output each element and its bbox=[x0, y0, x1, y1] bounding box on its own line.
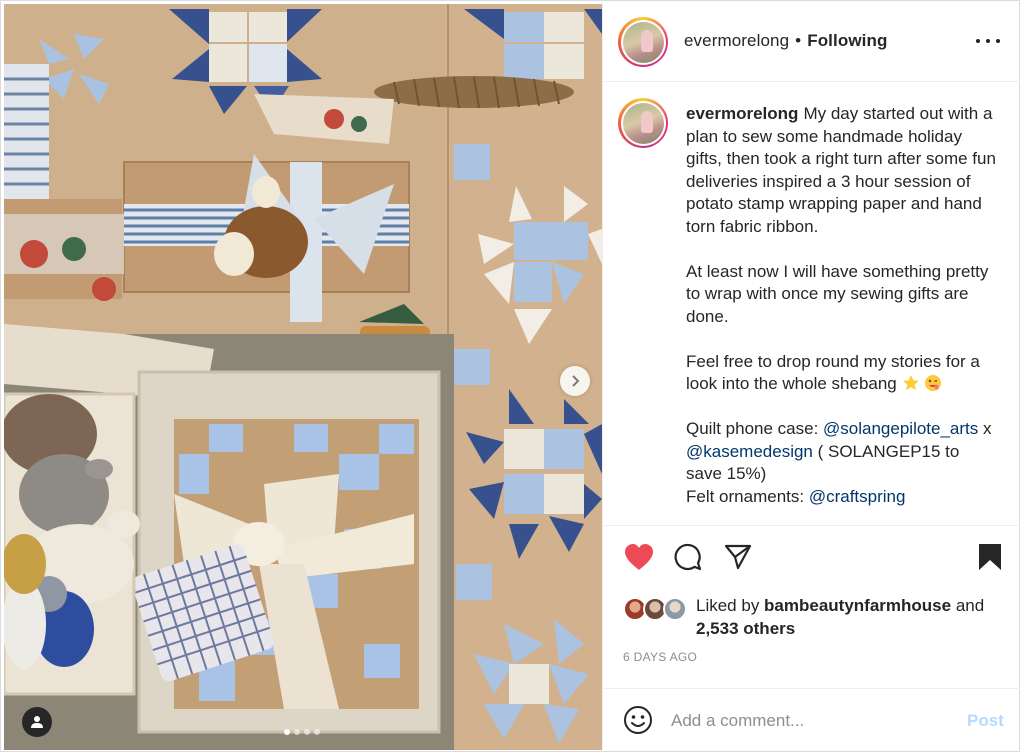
carousel-dot bbox=[304, 729, 310, 735]
profile-photo bbox=[622, 21, 664, 63]
avatar bbox=[663, 597, 687, 621]
post-photo[interactable] bbox=[4, 4, 602, 750]
smile-icon[interactable] bbox=[623, 705, 653, 735]
post-header: evermorelong • Following bbox=[603, 2, 1020, 82]
more-icon[interactable] bbox=[976, 31, 1000, 51]
caption-username[interactable]: evermorelong bbox=[686, 104, 798, 123]
liked-by-avatars bbox=[623, 597, 687, 623]
action-bar bbox=[603, 540, 1020, 580]
share-icon bbox=[724, 544, 752, 570]
chevron-right-icon bbox=[572, 375, 580, 387]
star-emoji-icon bbox=[902, 375, 919, 391]
winking-face-emoji-icon bbox=[925, 375, 942, 391]
credit-label: Felt ornaments: bbox=[686, 486, 809, 506]
avatar[interactable] bbox=[618, 98, 668, 148]
wrapping-paper-photo bbox=[4, 4, 602, 750]
caption-paragraph: At least now I will have something prett… bbox=[686, 261, 989, 326]
post-sidebar: evermorelong • Following evermorelong My da… bbox=[602, 2, 1020, 752]
carousel-next-button[interactable] bbox=[560, 366, 590, 396]
likes-count-link[interactable]: 2,533 others bbox=[696, 619, 795, 638]
username-link[interactable]: evermorelong bbox=[684, 31, 789, 50]
caption-text: evermorelong My day started out with a pl… bbox=[686, 103, 996, 508]
like-button[interactable] bbox=[622, 540, 656, 574]
liked-by-user-link[interactable]: bambeautynfarmhouse bbox=[764, 596, 951, 615]
likes-summary: Liked by bambeautynfarmhouse and 2,533 ot… bbox=[623, 594, 1013, 642]
post-comment-button[interactable]: Post bbox=[967, 711, 1004, 731]
post-dialog: evermorelong • Following evermorelong My da… bbox=[0, 0, 1020, 752]
separator-dot: • bbox=[795, 31, 802, 50]
carousel-dot bbox=[294, 729, 300, 735]
carousel-dot bbox=[314, 729, 320, 735]
heart-icon bbox=[625, 544, 653, 570]
liked-by-prefix: Liked by bbox=[696, 596, 765, 615]
avatar[interactable] bbox=[618, 17, 668, 67]
comment-button[interactable] bbox=[671, 540, 705, 574]
tagged-users-button[interactable] bbox=[22, 707, 52, 737]
save-button[interactable] bbox=[973, 540, 1007, 574]
share-button[interactable] bbox=[721, 540, 755, 574]
carousel-dot bbox=[284, 729, 290, 735]
comment-input[interactable] bbox=[671, 709, 941, 733]
credit-joiner: x bbox=[983, 419, 992, 438]
liked-by-conjunction: and bbox=[951, 596, 985, 615]
bookmark-icon bbox=[979, 544, 1001, 570]
caption-section: evermorelong My day started out with a pl… bbox=[603, 83, 1020, 526]
mention-link[interactable]: @craftspring bbox=[809, 487, 906, 506]
comment-bar: Post bbox=[603, 688, 1020, 752]
credit-label: Quilt phone case: bbox=[686, 419, 824, 438]
post-timestamp[interactable]: 6 DAYS AGO bbox=[623, 650, 697, 664]
profile-photo bbox=[622, 102, 664, 144]
carousel-indicator bbox=[284, 728, 320, 736]
liked-by-text: Liked by bambeautynfarmhouse and 2,533 ot… bbox=[696, 594, 1016, 640]
caption-paragraph: My day started out with a plan to sew so… bbox=[686, 104, 996, 236]
mention-link[interactable]: @solangepilote_arts bbox=[823, 419, 978, 438]
mention-link[interactable]: @kasemedesign bbox=[686, 442, 813, 461]
user-tag-icon bbox=[31, 716, 43, 728]
header-user-line: evermorelong • Following bbox=[684, 31, 887, 51]
following-button[interactable]: Following bbox=[807, 31, 887, 50]
comment-icon bbox=[674, 543, 702, 571]
